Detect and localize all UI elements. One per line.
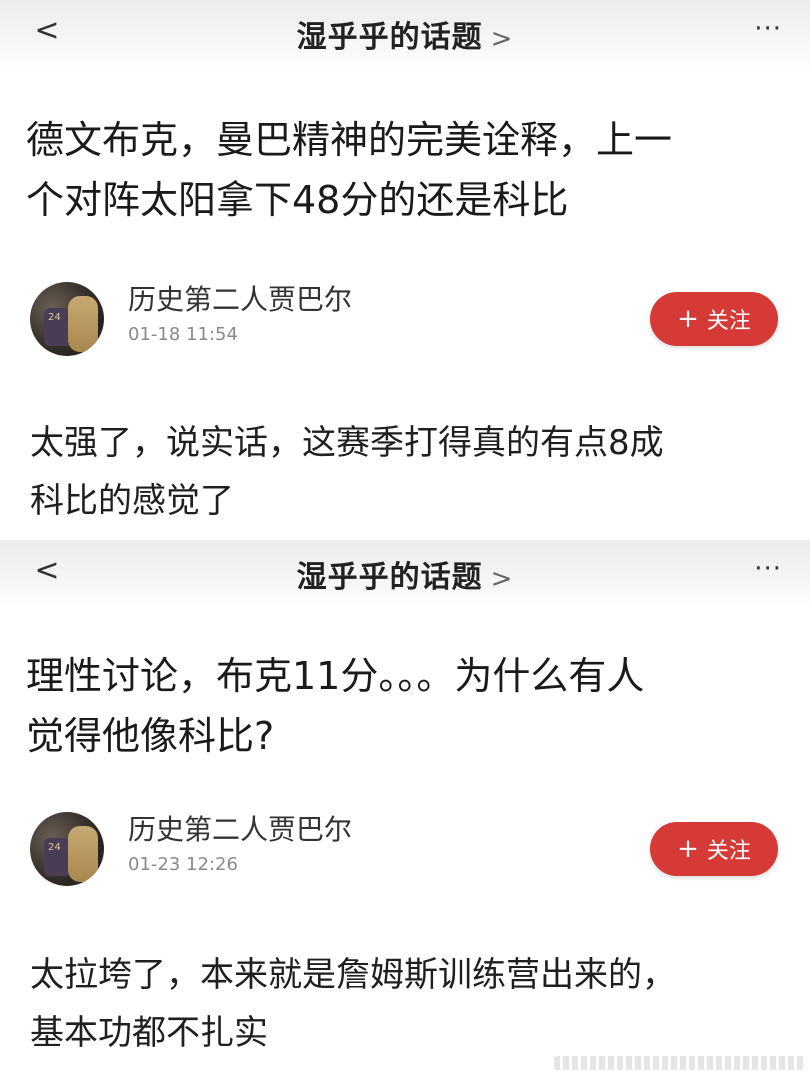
avatar-jersey-number: 24: [48, 312, 61, 323]
author-name[interactable]: 历史第二人贾巴尔: [128, 278, 352, 318]
comment-line: 科比的感觉了: [30, 481, 234, 521]
post-title: 理性讨论，布克11分。。。为什么有人 觉得他像科比?: [26, 646, 786, 766]
avatar-arm-shape: [68, 826, 98, 882]
post-title-line: 理性讨论，布克11分。。。为什么有人: [26, 654, 645, 698]
topic-title[interactable]: 湿乎乎的话题 >: [0, 552, 810, 596]
plus-icon: +: [677, 834, 699, 864]
comment-line: 太拉垮了，本来就是詹姆斯训练营出来的，: [30, 955, 676, 995]
post-title: 德文布克，曼巴精神的完美诠释，上一 个对阵太阳拿下48分的还是科比: [26, 110, 786, 230]
comment-text: 太拉垮了，本来就是詹姆斯训练营出来的， 基本功都不扎实: [30, 946, 790, 1062]
top-nav-bar: < 湿乎乎的话题 > ···: [0, 0, 810, 70]
post-time: 01-18 11:54: [128, 324, 238, 345]
top-nav-bar: < 湿乎乎的话题 > ···: [0, 540, 810, 610]
more-options-icon[interactable]: ···: [754, 556, 782, 582]
comment-line: 基本功都不扎实: [30, 1013, 268, 1053]
post-screen-2: < 湿乎乎的话题 > ··· 理性讨论，布克11分。。。为什么有人 觉得他像科比?…: [0, 540, 810, 1080]
plus-icon: +: [677, 304, 699, 334]
follow-label: 关注: [706, 309, 751, 334]
post-screen-1: < 湿乎乎的话题 > ··· 德文布克，曼巴精神的完美诠释，上一 个对阵太阳拿下4…: [0, 0, 810, 540]
follow-button[interactable]: + 关注: [650, 292, 778, 346]
author-name[interactable]: 历史第二人贾巴尔: [128, 808, 352, 848]
topic-title-text[interactable]: 湿乎乎的话题: [297, 560, 483, 595]
comment-line: 太强了，说实话，这赛季打得真的有点8成: [30, 423, 664, 463]
topic-title[interactable]: 湿乎乎的话题 >: [0, 12, 810, 56]
follow-label: 关注: [706, 839, 751, 864]
more-options-icon[interactable]: ···: [754, 16, 782, 42]
comment-text: 太强了，说实话，这赛季打得真的有点8成 科比的感觉了: [30, 414, 790, 530]
follow-button[interactable]: + 关注: [650, 822, 778, 876]
author-avatar[interactable]: 24: [30, 282, 104, 356]
avatar-arm-shape: [68, 296, 98, 352]
post-title-line: 个对阵太阳拿下48分的还是科比: [26, 178, 569, 222]
post-title-line: 觉得他像科比?: [26, 714, 275, 758]
post-time: 01-23 12:26: [128, 854, 238, 875]
post-title-line: 德文布克，曼巴精神的完美诠释，上一: [26, 118, 673, 162]
chevron-right-icon[interactable]: >: [491, 564, 514, 594]
topic-title-text[interactable]: 湿乎乎的话题: [297, 20, 483, 55]
author-avatar[interactable]: 24: [30, 812, 104, 886]
watermark-strip: [554, 1056, 804, 1070]
avatar-jersey-number: 24: [48, 842, 61, 853]
chevron-right-icon[interactable]: >: [491, 24, 514, 54]
